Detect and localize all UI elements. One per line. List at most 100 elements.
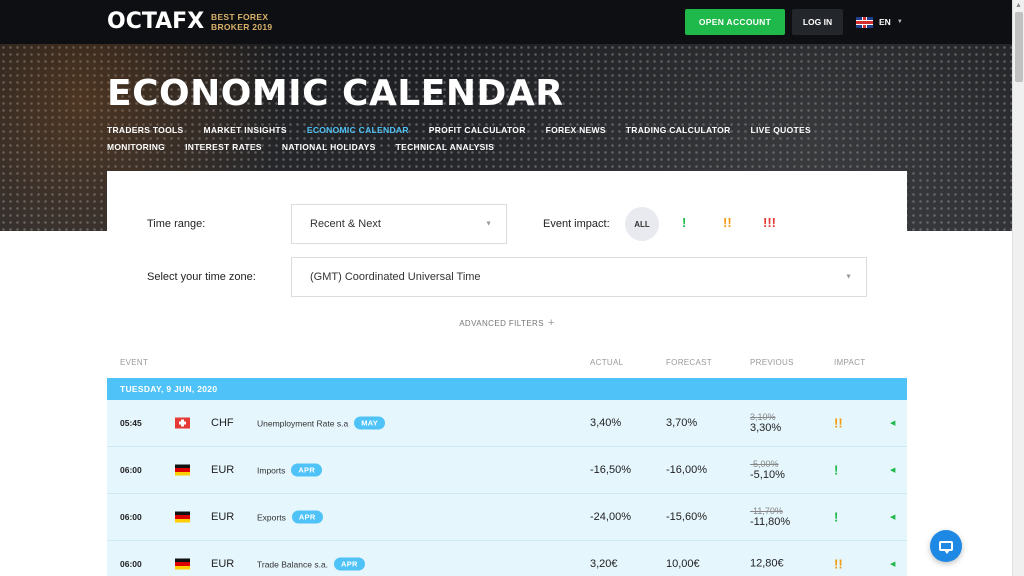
nav-market-insights[interactable]: MARKET INSIGHTS xyxy=(203,125,286,136)
period-badge: APR xyxy=(334,557,365,571)
event-currency: EUR xyxy=(211,558,235,570)
header-previous: PREVIOUS xyxy=(750,358,794,367)
event-name: Unemployment Rate s.a MAY xyxy=(257,416,386,430)
language-label: EN xyxy=(879,17,891,27)
impact-indicator: !! xyxy=(834,556,843,572)
event-name: Imports APR xyxy=(257,463,323,477)
scroll-thumb[interactable] xyxy=(1015,12,1023,82)
impact-indicator: ! xyxy=(834,509,839,525)
previous-value: 3,10% 3,30% xyxy=(750,412,781,434)
nav-traders-tools[interactable]: TRADERS TOOLS xyxy=(107,125,183,136)
table-header: EVENT ACTUAL FORECAST PREVIOUS IMPACT xyxy=(107,344,907,378)
table-row[interactable]: 06:00 EUR Trade Balance s.a. APR 3,20€ 1… xyxy=(107,541,907,576)
header-actual: ACTUAL xyxy=(590,358,624,367)
header-event: EVENT xyxy=(120,358,149,367)
top-header: OCTAFX BEST FOREX BROKER 2019 OPEN ACCOU… xyxy=(0,0,1012,44)
impact-filter-low[interactable]: ! xyxy=(682,215,686,231)
forecast-value: 3,70% xyxy=(666,417,698,429)
filter-panel: Time range: Recent & Next ▼ Event impact… xyxy=(107,171,907,331)
plus-icon: + xyxy=(547,317,555,329)
previous-value: -11,70% -11,80% xyxy=(750,506,790,528)
header-impact: IMPACT xyxy=(834,358,866,367)
uk-flag-icon xyxy=(856,16,873,28)
event-impact-label: Event impact: xyxy=(543,218,610,230)
expand-arrow-icon[interactable]: ◀ xyxy=(890,513,895,521)
event-title: Unemployment Rate s.a xyxy=(257,418,349,428)
tagline-line-1: BEST FOREX xyxy=(211,12,269,22)
advanced-filters-label: ADVANCED FILTERS xyxy=(459,319,544,328)
timezone-select[interactable]: (GMT) Coordinated Universal Time ▼ xyxy=(291,257,867,297)
nav-technical-analysis[interactable]: TECHNICAL ANALYSIS xyxy=(396,142,495,153)
impact-filter-medium[interactable]: !! xyxy=(723,215,732,231)
scroll-up-arrow-icon[interactable]: ▲ xyxy=(1015,2,1022,9)
event-time: 06:00 xyxy=(120,559,142,569)
germany-flag-icon xyxy=(175,511,190,523)
expand-arrow-icon[interactable]: ◀ xyxy=(890,560,895,568)
language-selector[interactable]: EN ▼ xyxy=(856,16,903,28)
previous-value: 12,80€ xyxy=(750,557,784,570)
event-time: 06:00 xyxy=(120,465,142,475)
chevron-down-icon: ▼ xyxy=(845,273,852,281)
event-currency: CHF xyxy=(211,417,234,429)
forecast-value: 10,00€ xyxy=(666,558,700,570)
page-title: ECONOMIC CALENDAR xyxy=(107,73,564,114)
nav-national-holidays[interactable]: NATIONAL HOLIDAYS xyxy=(282,142,376,153)
actual-value: -24,00% xyxy=(590,511,631,523)
actual-value: 3,40% xyxy=(590,417,622,429)
impact-filter-high[interactable]: !!! xyxy=(763,215,776,231)
period-badge: APR xyxy=(291,510,323,524)
nav-forex-news[interactable]: FOREX NEWS xyxy=(546,125,606,136)
timezone-value: (GMT) Coordinated Universal Time xyxy=(310,271,481,283)
event-title: Exports xyxy=(257,512,286,522)
expand-arrow-icon[interactable]: ◀ xyxy=(890,419,895,427)
table-row[interactable]: 06:00 EUR Imports APR -16,50% -16,00% -5… xyxy=(107,447,907,494)
table-row[interactable]: 05:45 CHF Unemployment Rate s.a MAY 3,40… xyxy=(107,400,907,447)
time-range-value: Recent & Next xyxy=(310,218,381,230)
date-group-header: TUESDAY, 9 JUN, 2020 xyxy=(107,378,907,400)
event-currency: EUR xyxy=(211,464,235,476)
period-badge: MAY xyxy=(354,416,386,430)
nav-live-quotes[interactable]: LIVE QUOTES xyxy=(751,125,811,136)
event-title: Trade Balance s.a. xyxy=(257,559,329,569)
octafx-logo[interactable]: OCTAFX xyxy=(107,10,204,34)
actual-value: 3,20€ xyxy=(590,558,618,570)
tagline: BEST FOREX BROKER 2019 xyxy=(211,12,272,32)
event-time: 05:45 xyxy=(120,418,142,428)
nav-profit-calculator[interactable]: PROFIT CALCULATOR xyxy=(429,125,526,136)
nav-economic-calendar[interactable]: ECONOMIC CALENDAR xyxy=(307,125,409,136)
tagline-line-2: BROKER 2019 xyxy=(211,22,273,32)
login-button[interactable]: LOG IN xyxy=(792,9,843,35)
previous-revised: 3,30% xyxy=(750,422,782,434)
table-row[interactable]: 06:00 EUR Exports APR -24,00% -15,60% -1… xyxy=(107,494,907,541)
chat-icon xyxy=(939,541,953,554)
event-time: 06:00 xyxy=(120,512,142,522)
tools-subnav: TRADERS TOOLS MARKET INSIGHTS ECONOMIC C… xyxy=(107,125,867,153)
nav-trading-calculator[interactable]: TRADING CALCULATOR xyxy=(626,125,731,136)
page-scrollbar[interactable]: ▲ xyxy=(1012,0,1024,576)
previous-revised: -5,10% xyxy=(750,469,785,481)
header-forecast: FORECAST xyxy=(666,358,712,367)
germany-flag-icon xyxy=(175,558,190,570)
expand-arrow-icon[interactable]: ◀ xyxy=(890,466,895,474)
previous-value: -5,00% -5,10% xyxy=(750,459,785,481)
live-chat-button[interactable] xyxy=(930,530,962,562)
calendar-table: EVENT ACTUAL FORECAST PREVIOUS IMPACT TU… xyxy=(107,344,907,576)
open-account-button[interactable]: OPEN ACCOUNT xyxy=(685,9,785,35)
time-range-select[interactable]: Recent & Next ▼ xyxy=(291,204,507,244)
nav-monitoring[interactable]: MONITORING xyxy=(107,142,165,153)
chevron-down-icon: ▼ xyxy=(896,19,903,25)
period-badge: APR xyxy=(291,463,323,477)
time-range-label: Time range: xyxy=(147,218,206,230)
event-currency: EUR xyxy=(211,511,235,523)
timezone-label: Select your time zone: xyxy=(147,271,256,283)
actual-value: -16,50% xyxy=(590,464,631,476)
event-name: Trade Balance s.a. APR xyxy=(257,557,365,571)
impact-filter-all[interactable]: ALL xyxy=(625,207,659,241)
impact-indicator: ! xyxy=(834,462,839,478)
nav-interest-rates[interactable]: INTEREST RATES xyxy=(185,142,262,153)
previous-revised: -11,80% xyxy=(750,516,791,528)
chevron-down-icon: ▼ xyxy=(485,220,492,228)
advanced-filters-toggle[interactable]: ADVANCED FILTERS + xyxy=(107,317,907,329)
germany-flag-icon xyxy=(175,464,190,476)
forecast-value: -15,60% xyxy=(666,511,707,523)
